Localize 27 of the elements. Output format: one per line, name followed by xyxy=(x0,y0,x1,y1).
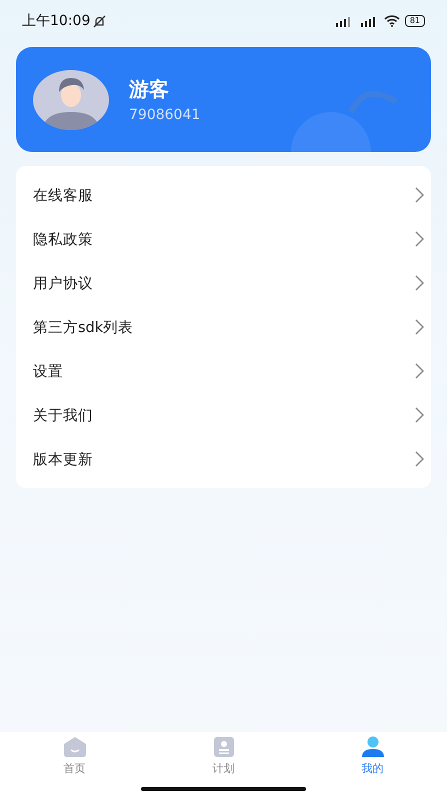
avatar-icon xyxy=(33,70,109,130)
battery-indicator: 81 xyxy=(404,15,425,27)
tab[interactable]: 首页 xyxy=(0,736,149,780)
chevron-right-icon xyxy=(414,407,424,423)
chevron-right-icon xyxy=(414,319,424,335)
home-icon xyxy=(62,736,86,758)
chevron-right-icon xyxy=(414,363,424,379)
user-id: 79086041 xyxy=(129,107,200,123)
wifi-icon xyxy=(384,15,400,27)
clipboard-icon xyxy=(212,736,234,758)
menu-item[interactable]: 用户协议 xyxy=(16,261,431,305)
bell-off-icon xyxy=(93,14,106,28)
chevron-right-icon xyxy=(414,187,424,203)
menu-item[interactable]: 设置 xyxy=(16,349,431,393)
tab[interactable]: 我的 xyxy=(298,736,447,780)
chevron-right-icon xyxy=(414,451,424,467)
chevron-right-icon xyxy=(414,231,424,247)
person-icon xyxy=(360,736,384,758)
chevron-right-icon xyxy=(414,275,424,291)
menu-item[interactable]: 第三方sdk列表 xyxy=(16,305,431,349)
menu-item[interactable]: 版本更新 xyxy=(16,437,431,481)
menu-item[interactable]: 关于我们 xyxy=(16,393,431,437)
menu-item[interactable]: 在线客服 xyxy=(16,173,431,217)
menu-item[interactable]: 隐私政策 xyxy=(16,217,431,261)
user-name: 游客 xyxy=(129,76,170,103)
status-time: 上午10:09 xyxy=(22,12,90,30)
tab[interactable]: 计划 xyxy=(149,736,298,780)
